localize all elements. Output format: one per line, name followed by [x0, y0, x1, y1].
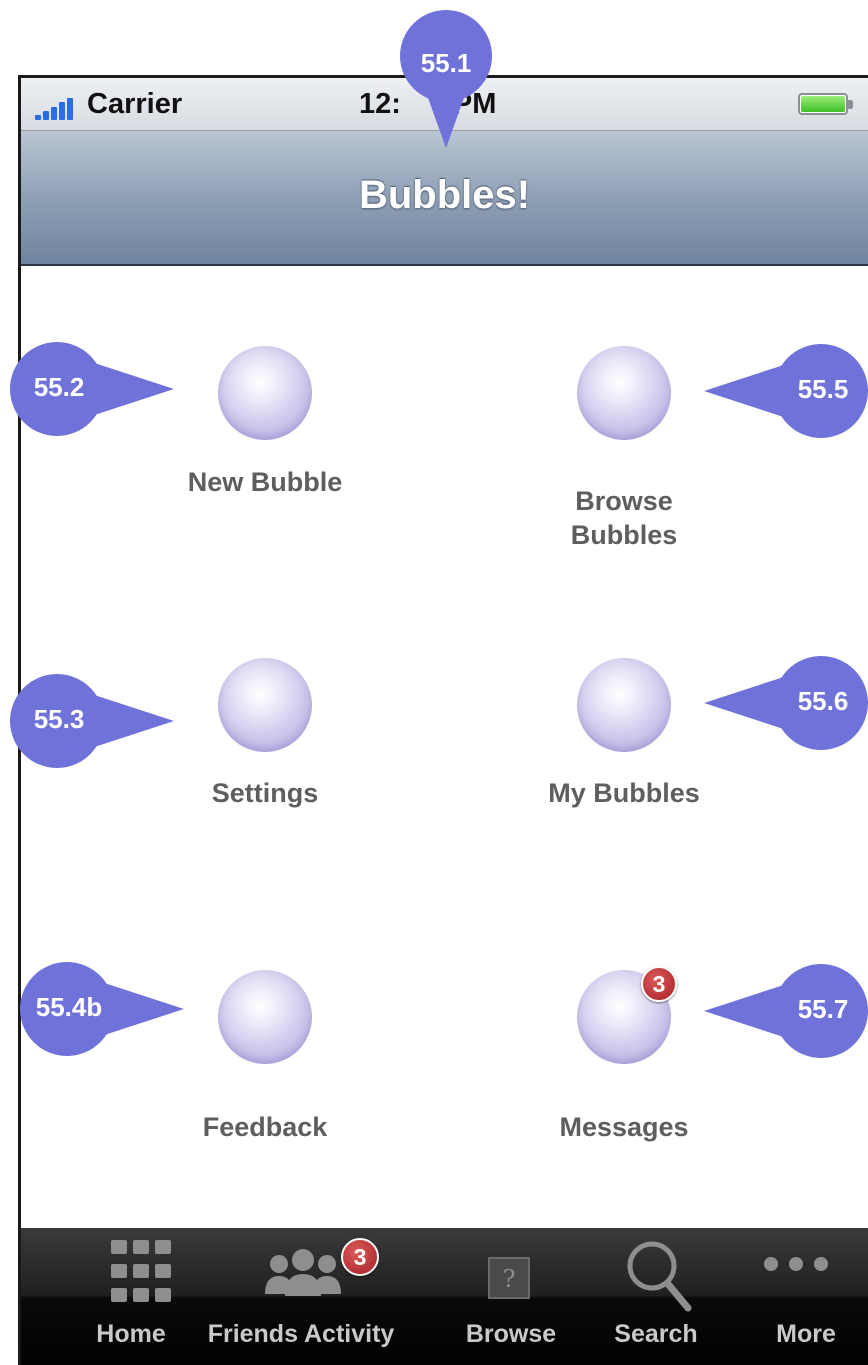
tab-search[interactable]: Search	[586, 1228, 726, 1365]
battery-icon	[798, 93, 854, 117]
menu-item-label-line1: Browse	[575, 486, 673, 516]
annotation-55-6: 55.6	[704, 656, 868, 750]
annotation-label: 55.5	[797, 374, 849, 404]
clock-hours: 12:	[359, 88, 401, 120]
tab-label: Friends Activity	[207, 1320, 395, 1348]
signal-strength-icon	[35, 98, 79, 120]
menu-item-label: Messages	[559, 1112, 689, 1142]
annotation-55-5: 55.5	[704, 344, 868, 438]
tab-browse[interactable]: ? Browse	[441, 1228, 581, 1365]
people-icon	[263, 1248, 343, 1298]
bubble-icon[interactable]	[577, 346, 671, 440]
page-title: Bubbles!	[358, 173, 531, 217]
bubble-icon[interactable]	[577, 658, 671, 752]
annotation-label: 55.3	[33, 704, 85, 734]
annotation-55-7: 55.7	[704, 964, 868, 1058]
menu-item-label: Feedback	[202, 1112, 328, 1142]
tab-label: Home	[96, 1320, 166, 1348]
tab-more[interactable]: More	[741, 1228, 868, 1365]
more-dots-icon	[761, 1254, 831, 1274]
tab-friends-activity[interactable]: 3 Friends Activity	[201, 1228, 401, 1365]
grid-icon	[111, 1240, 173, 1306]
tab-label: Search	[614, 1320, 698, 1348]
annotation-55-3: 55.3	[10, 674, 174, 768]
menu-item-label-line2: Bubbles	[570, 520, 678, 550]
annotation-55-2: 55.2	[10, 342, 174, 436]
menu-item-label: New Bubble	[187, 467, 343, 497]
messages-badge: 3	[641, 966, 677, 1002]
svg-text:?: ?	[503, 1265, 516, 1293]
menu-item-label: Settings	[211, 778, 319, 808]
tab-label: More	[776, 1320, 836, 1348]
annotation-55-1: 55.1	[400, 10, 492, 148]
bubble-icon[interactable]	[218, 970, 312, 1064]
annotation-label: 55.1	[420, 48, 472, 78]
annotation-55-4b: 55.4b	[20, 962, 184, 1056]
search-icon	[624, 1238, 694, 1314]
tab-label: Browse	[465, 1320, 557, 1348]
annotation-label: 55.4b	[35, 992, 103, 1022]
annotation-label: 55.2	[33, 372, 85, 402]
tab-bar: Home 3 Friends Activity ? Browse Search …	[21, 1228, 868, 1365]
carrier-name: Carrier	[87, 88, 183, 120]
menu-item-label: My Bubbles	[548, 778, 700, 808]
bubble-icon[interactable]	[218, 346, 312, 440]
menu-item-label: Browse Bubbles	[494, 484, 754, 552]
bubble-icon[interactable]	[218, 658, 312, 752]
navigation-bar: Bubbles!	[21, 131, 868, 266]
tab-home[interactable]: Home	[61, 1228, 201, 1365]
friends-activity-badge: 3	[341, 1238, 379, 1276]
question-box-icon: ?	[487, 1256, 531, 1300]
annotation-label: 55.6	[797, 686, 849, 716]
annotation-label: 55.7	[797, 994, 849, 1024]
